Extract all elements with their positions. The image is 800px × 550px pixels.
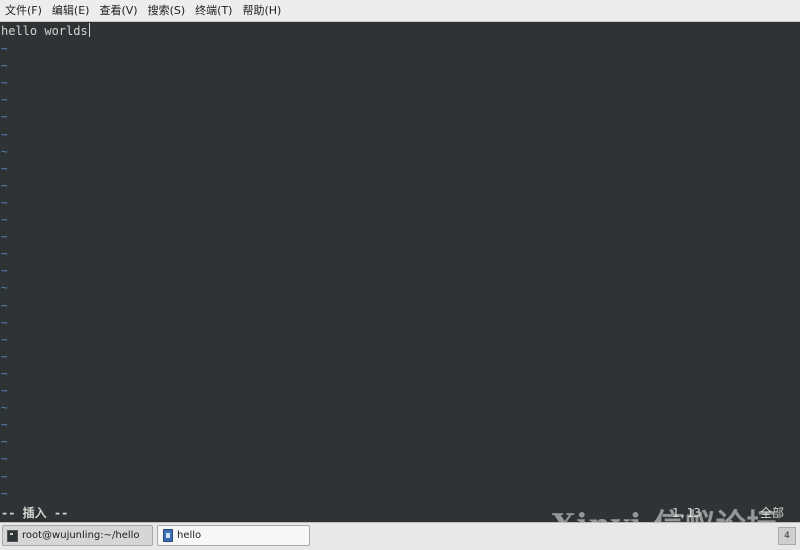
empty-line-tilde: ~ [1, 366, 8, 380]
empty-line-tilde: ~ [1, 110, 8, 124]
empty-line-tilde: ~ [1, 76, 8, 90]
empty-line-tilde: ~ [1, 195, 8, 209]
empty-line-tilde: ~ [1, 213, 8, 226]
empty-line-tilde: ~ [1, 332, 8, 346]
empty-line-tilde: ~ [1, 418, 8, 432]
empty-line-tilde: ~ [1, 93, 8, 107]
empty-line-tilde: ~ [1, 452, 8, 466]
empty-line-tilde: ~ [1, 127, 8, 141]
empty-line-tilde: ~ [1, 247, 8, 261]
workspace-pager[interactable]: 4 [778, 527, 796, 545]
editor-text-line: hello worlds [1, 23, 90, 40]
empty-line-tilde: ~ [1, 59, 8, 73]
empty-line-tilde: ~ [1, 298, 8, 312]
task-terminal-window[interactable]: root@wujunling:~/hello [2, 525, 153, 546]
empty-line-tilde: ~ [1, 42, 8, 55]
text-cursor [88, 23, 90, 37]
editor-line-content: hello worlds [1, 24, 88, 38]
empty-line-tilde: ~ [1, 161, 8, 175]
menu-view[interactable]: 查看(V) [94, 0, 142, 21]
terminal-icon [7, 529, 18, 542]
taskbar: root@wujunling:~/hello hello 4 [0, 522, 800, 550]
empty-line-tilde: ~ [1, 230, 8, 244]
empty-line-tilde: ~ [1, 469, 8, 483]
empty-line-tilde: ~ [1, 315, 8, 329]
vim-mode-indicator: -- 插入 -- [1, 506, 69, 520]
menu-edit[interactable]: 编辑(E) [47, 0, 95, 21]
empty-line-tilde: ~ [1, 144, 8, 158]
menu-terminal[interactable]: 终端(T) [190, 0, 237, 21]
task-label: root@wujunling:~/hello [22, 530, 140, 541]
empty-line-tilde: ~ [1, 349, 8, 363]
file-manager-icon [163, 529, 173, 542]
empty-line-tilde: ~ [1, 264, 8, 278]
menu-file[interactable]: 文件(F) [0, 0, 47, 21]
menu-search[interactable]: 搜索(S) [143, 0, 191, 21]
empty-line-tilde: ~ [1, 486, 8, 500]
task-hello-window[interactable]: hello [157, 525, 310, 546]
menu-help[interactable]: 帮助(H) [237, 0, 286, 21]
empty-line-tilde: ~ [1, 281, 8, 295]
empty-line-tilde: ~ [1, 178, 8, 192]
empty-line-tilde: ~ [1, 435, 8, 449]
task-label: hello [177, 530, 202, 541]
empty-line-tilde: ~ [1, 384, 8, 397]
empty-line-tilde: ~ [1, 401, 8, 415]
menu-bar: 文件(F) 编辑(E) 查看(V) 搜索(S) 终端(T) 帮助(H) [0, 0, 800, 22]
terminal-area[interactable]: hello worlds ~ ~ ~ ~ ~ ~ ~ ~ ~ ~ ~ ~ ~ ~ ~ ~ ~ ~ ~ ~ ~ ~ ~ ~ ~ ~ ~… [0, 22, 800, 522]
